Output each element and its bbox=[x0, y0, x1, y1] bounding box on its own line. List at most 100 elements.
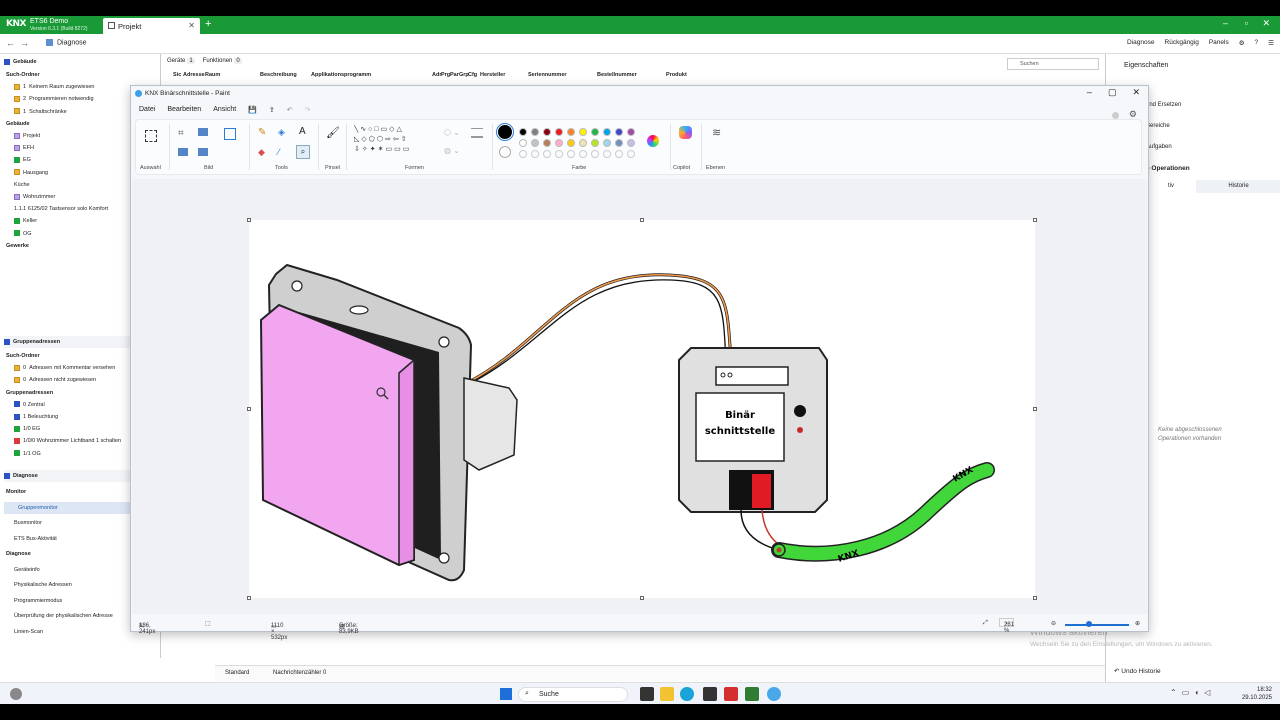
zoom-slider[interactable] bbox=[1065, 624, 1129, 626]
shapes-gallery[interactable]: ╲∿○□▭◇△ ◺◇⬠⬡⇨⇦⇧ ⇩✧✦✶▭▭▭ bbox=[354, 125, 434, 161]
tree-item[interactable]: Physikalische Adressen bbox=[14, 579, 145, 591]
resize-handle[interactable] bbox=[1033, 407, 1037, 411]
fit-icon[interactable]: ⤢ bbox=[983, 620, 988, 627]
share-icon[interactable]: ⇪ bbox=[269, 106, 275, 114]
tree-item[interactable]: ETS Bus-Aktivität bbox=[14, 533, 145, 545]
tree-item[interactable]: 0 Zentral bbox=[14, 399, 145, 411]
column-header[interactable]: Prg bbox=[441, 72, 450, 82]
clock[interactable]: 18:32 29.10.2025 bbox=[1242, 686, 1272, 702]
palette-color[interactable] bbox=[591, 139, 599, 147]
tree-item[interactable]: 1/0/0 Wohnzimmer Lichtband 1 schalten bbox=[14, 435, 145, 447]
palette-color[interactable] bbox=[567, 139, 575, 147]
zoom-out-icon[interactable]: ⊖ bbox=[1051, 620, 1056, 627]
right-item[interactable]: und Ersetzen bbox=[1146, 102, 1181, 108]
panel-header-gebaeude[interactable]: Gebäude bbox=[4, 56, 135, 68]
palette-color[interactable] bbox=[543, 139, 551, 147]
widgets-icon[interactable] bbox=[10, 688, 22, 700]
tree-item[interactable]: 0 Adressen nicht zugewiesen bbox=[14, 374, 145, 386]
current-color-1[interactable] bbox=[496, 123, 514, 141]
column-header[interactable]: Applikationsprogramm bbox=[311, 72, 432, 82]
breadcrumb[interactable]: Diagnose bbox=[46, 39, 87, 46]
close-icon[interactable]: ✕ bbox=[188, 21, 195, 30]
menu-icon[interactable]: ☰ bbox=[1268, 39, 1274, 47]
tree-item[interactable]: Linien-Scan bbox=[14, 626, 145, 638]
help-icon[interactable]: ? bbox=[1255, 39, 1259, 47]
column-header[interactable]: Seriennummer bbox=[528, 72, 597, 82]
palette-color[interactable] bbox=[567, 128, 575, 136]
right-item[interactable]: Bereiche bbox=[1146, 123, 1170, 129]
resize-handle[interactable] bbox=[1033, 218, 1037, 222]
resize-handle[interactable] bbox=[640, 596, 644, 600]
tree-item[interactable]: 1 Schaltschränke bbox=[14, 106, 145, 118]
tree-item[interactable]: Gewerke bbox=[6, 240, 137, 252]
palette-empty[interactable] bbox=[555, 150, 563, 158]
properties-title[interactable]: Eigenschaften bbox=[1124, 62, 1168, 69]
palette-color[interactable] bbox=[579, 128, 587, 136]
palette-empty[interactable] bbox=[591, 150, 599, 158]
palette-empty[interactable] bbox=[567, 150, 575, 158]
taskbar-search[interactable]: ⌕ Suche bbox=[518, 687, 628, 702]
close-icon[interactable]: ✕ bbox=[1132, 87, 1140, 98]
palette-empty[interactable] bbox=[615, 150, 623, 158]
menu-ansicht[interactable]: Ansicht bbox=[213, 106, 236, 114]
tree-item[interactable]: Programmiermodus bbox=[14, 595, 145, 607]
right-item[interactable]: Aufgaben bbox=[1146, 144, 1172, 150]
tree-item[interactable]: Busmonitor bbox=[14, 517, 145, 529]
palette-color[interactable] bbox=[555, 128, 563, 136]
copilot-badge-icon[interactable] bbox=[1112, 112, 1119, 119]
resize-handle[interactable] bbox=[247, 407, 251, 411]
menu-bearbeiten[interactable]: Bearbeiten bbox=[167, 106, 201, 114]
maximize-icon[interactable]: ▫ bbox=[1245, 18, 1248, 28]
edge-icon[interactable] bbox=[680, 687, 694, 701]
tree-item[interactable]: Keller bbox=[14, 215, 145, 227]
tree-item[interactable]: Gruppenmonitor bbox=[4, 501, 135, 514]
fill-icon[interactable]: ◈ bbox=[278, 127, 285, 138]
color-picker-icon[interactable]: ⁄ bbox=[278, 147, 280, 157]
diagnose-menu[interactable]: Diagnose bbox=[1127, 39, 1154, 47]
column-header[interactable]: Par bbox=[450, 72, 459, 82]
undo-icon[interactable]: ↶ bbox=[287, 106, 293, 114]
search-input[interactable]: Suchen bbox=[1007, 58, 1099, 70]
tab-funktionen[interactable]: Funktionen 0 bbox=[203, 58, 242, 70]
menu-datei[interactable]: Datei bbox=[139, 106, 155, 114]
column-header[interactable]: Beschreibung bbox=[260, 72, 311, 82]
app-icon[interactable] bbox=[724, 687, 738, 701]
palette-color[interactable] bbox=[603, 128, 611, 136]
layers-icon[interactable]: ≋ bbox=[712, 126, 721, 139]
column-header[interactable]: Raum bbox=[205, 72, 260, 82]
tree-item[interactable]: Geräteinfo bbox=[14, 564, 145, 576]
current-color-2[interactable] bbox=[499, 146, 511, 158]
tab-geraete[interactable]: Geräte 1 bbox=[167, 58, 195, 70]
standard-select[interactable]: Standard bbox=[225, 670, 249, 676]
column-header[interactable]: Sic bbox=[173, 72, 183, 82]
palette-empty[interactable] bbox=[579, 150, 587, 158]
palette-empty[interactable] bbox=[543, 150, 551, 158]
resize-handle[interactable] bbox=[247, 218, 251, 222]
ets-icon[interactable] bbox=[745, 687, 759, 701]
add-tab-icon[interactable]: + bbox=[205, 18, 211, 30]
task-view-icon[interactable] bbox=[640, 687, 654, 701]
settings-icon[interactable]: ⚙ bbox=[1129, 109, 1137, 120]
column-header[interactable]: Adr bbox=[432, 72, 441, 82]
palette-empty[interactable] bbox=[519, 150, 527, 158]
tree-item[interactable]: Küche bbox=[14, 179, 145, 191]
crop-icon[interactable]: ⌗ bbox=[178, 128, 184, 139]
minimize-icon[interactable]: – bbox=[1223, 18, 1228, 28]
column-header[interactable]: Produkt bbox=[666, 72, 706, 82]
tree-item[interactable]: Wohnzimmer bbox=[14, 191, 145, 203]
tree-item[interactable]: 1 Keinem Raum zugewiesen bbox=[14, 81, 145, 93]
redo-icon[interactable]: ↷ bbox=[305, 106, 311, 114]
tree-item[interactable]: 0 Adressen mit Kommentar versehen bbox=[14, 362, 145, 374]
zoom-slider-thumb[interactable] bbox=[1086, 621, 1092, 627]
resize-handle[interactable] bbox=[1033, 596, 1037, 600]
palette-color[interactable] bbox=[543, 128, 551, 136]
undo-history[interactable]: ↶ Undo Historie bbox=[1114, 667, 1161, 675]
column-header[interactable]: Hersteller bbox=[480, 72, 528, 82]
palette-color[interactable] bbox=[555, 139, 563, 147]
tree-item[interactable]: 1/0 EG bbox=[14, 423, 145, 435]
explorer-icon[interactable] bbox=[660, 687, 674, 701]
tree-item[interactable]: OG bbox=[14, 228, 145, 240]
rotate-icon[interactable] bbox=[178, 148, 188, 156]
tree-item[interactable]: EFH bbox=[14, 142, 145, 154]
copilot-icon[interactable] bbox=[679, 126, 692, 139]
